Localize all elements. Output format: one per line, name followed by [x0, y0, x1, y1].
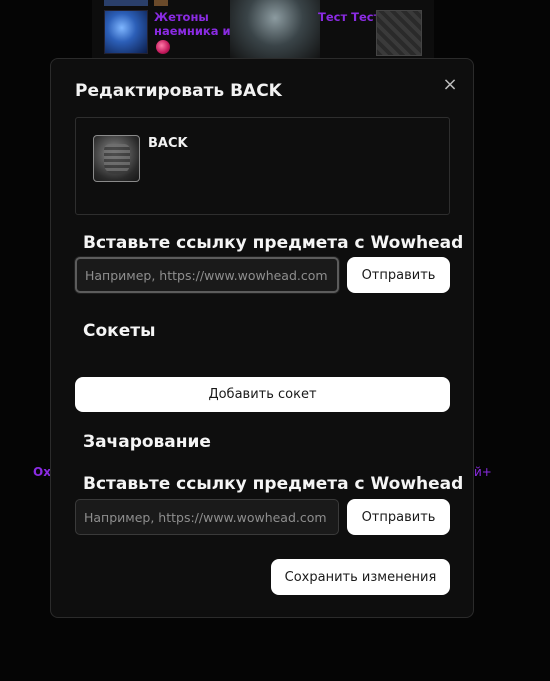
sockets-title: Сокеты — [83, 321, 156, 341]
submit-link-button[interactable]: Отправить — [347, 257, 450, 293]
submit-enchant-button[interactable]: Отправить — [347, 499, 450, 535]
enchant-link-input[interactable] — [75, 499, 339, 535]
bg-item-thumbnail[interactable] — [104, 10, 148, 54]
bg-item-thumbnail-right[interactable] — [376, 10, 422, 56]
gem-icon — [156, 40, 170, 54]
enchant-link-title: Вставьте ссылку предмета с Wowhead — [83, 474, 464, 494]
bg-character-art — [230, 0, 320, 60]
bg-item-thumbnail-top — [104, 0, 148, 6]
wowhead-link-input[interactable] — [75, 257, 339, 293]
item-card: BACK — [75, 117, 450, 215]
cloak-icon — [93, 135, 140, 182]
edit-item-modal: Редактировать BACK × BACK Вставьте ссылк… — [50, 58, 474, 618]
close-icon[interactable]: × — [439, 73, 461, 95]
bg-character-name[interactable]: Тест Тест — [318, 10, 380, 24]
wowhead-link-title: Вставьте ссылку предмета с Wowhead — [83, 233, 464, 253]
modal-title: Редактировать BACK — [75, 81, 282, 101]
enchant-title: Зачарование — [83, 432, 211, 452]
add-socket-button[interactable]: Добавить сокет — [75, 377, 450, 412]
bg-side-text-right: й+ — [474, 465, 492, 479]
bg-side-text-left: Ох — [33, 465, 51, 479]
bg-item-thumbnail-top-2 — [154, 0, 168, 6]
item-name: BACK — [148, 136, 188, 151]
save-changes-button[interactable]: Сохранить изменения — [271, 559, 450, 595]
